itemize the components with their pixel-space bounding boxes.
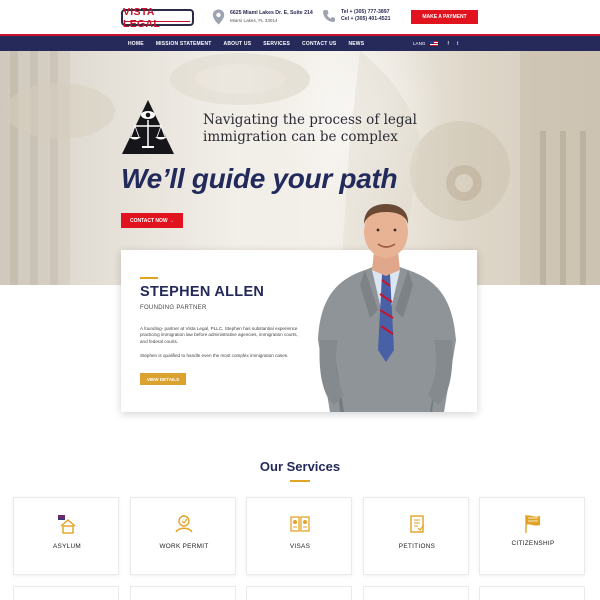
nav-item-services[interactable]: SERVICES — [263, 41, 290, 47]
phone-line-2[interactable]: Cel + (305) 401-4521 — [341, 16, 390, 23]
twitter-icon[interactable]: t — [457, 41, 458, 47]
make-payment-button[interactable]: MAKE A PAYMENT — [411, 10, 478, 24]
location-pin-icon — [212, 9, 225, 25]
contact-now-button[interactable]: CONTACT NOW → — [121, 213, 183, 228]
nav-item-news[interactable]: NEWS — [348, 41, 364, 47]
hero-tagline: Navigating the process of legal immigrat… — [203, 112, 417, 145]
language-selector[interactable]: LANG — [413, 41, 426, 46]
us-flag-icon[interactable] — [429, 41, 438, 46]
phone-line-1[interactable]: Tel + (305) 777-3897 — [341, 9, 390, 16]
facebook-icon[interactable]: f — [448, 41, 449, 47]
gold-divider — [290, 480, 310, 482]
service-label: CITIZENSHIP — [511, 540, 555, 547]
house-flag-icon — [58, 515, 76, 534]
address-line-1: 6625 Miami Lakes Dr. E, Suite 214 — [230, 10, 313, 16]
page: VISTA LEGAL 6625 Miami Lakes Dr. E, Suit… — [0, 0, 600, 600]
service-card-asylum[interactable]: ASYLUM — [13, 497, 119, 575]
eye-scales-emblem-icon — [122, 100, 174, 154]
address-line-2: Miami Lakes, FL 33014 — [230, 18, 278, 23]
service-label: WORK PERMIT — [159, 543, 209, 550]
work-permit-icon — [175, 515, 193, 533]
document-icon — [410, 515, 425, 533]
service-label: VISAS — [289, 543, 311, 550]
service-card-citizenship[interactable]: CITIZENSHIP — [479, 497, 585, 575]
service-card-visas[interactable]: VISAS — [246, 497, 352, 575]
address-block: 6625 Miami Lakes Dr. E, Suite 214 Miami … — [212, 9, 313, 25]
nav-item-home[interactable]: HOME — [128, 41, 144, 47]
service-card[interactable] — [363, 586, 469, 600]
visa-icon — [290, 516, 310, 532]
nav-item-contact-us[interactable]: CONTACT US — [302, 41, 336, 47]
profile-name: STEPHEN ALLEN — [140, 284, 265, 300]
gold-divider — [140, 277, 158, 279]
profile-bio-paragraph: Stephen is qualified to handle even the … — [140, 353, 289, 358]
service-card[interactable] — [13, 586, 119, 600]
service-label: ASYLUM — [52, 543, 82, 550]
phone-block: Tel + (305) 777-3897 Cel + (305) 401-452… — [322, 9, 390, 23]
view-details-button[interactable]: VIEW DETAILS — [140, 373, 186, 385]
service-card[interactable] — [479, 586, 585, 600]
service-card[interactable] — [246, 586, 352, 600]
logo[interactable]: VISTA LEGAL — [121, 6, 194, 30]
profile-bio-paragraph: A founding- partner at Vista Legal, PLLC… — [140, 326, 298, 344]
nav-item-mission-statement[interactable]: MISSION STATEMENT — [156, 41, 212, 47]
flag-icon — [525, 515, 540, 533]
service-card[interactable] — [130, 586, 236, 600]
main-nav: HOME MISSION STATEMENT ABOUT US SERVICES… — [0, 34, 600, 51]
service-label: PETITIONS — [398, 543, 436, 550]
services-title: Our Services — [259, 459, 341, 474]
top-header: VISTA LEGAL 6625 Miami Lakes Dr. E, Suit… — [0, 0, 600, 34]
attorney-portrait — [318, 204, 456, 412]
profile-role: FOUNDING PARTNER — [140, 305, 207, 311]
service-card-petitions[interactable]: PETITIONS — [363, 497, 469, 575]
nav-item-about-us[interactable]: ABOUT US — [224, 41, 252, 47]
phone-icon — [323, 10, 335, 22]
service-card-work-permit[interactable]: WORK PERMIT — [130, 497, 236, 575]
